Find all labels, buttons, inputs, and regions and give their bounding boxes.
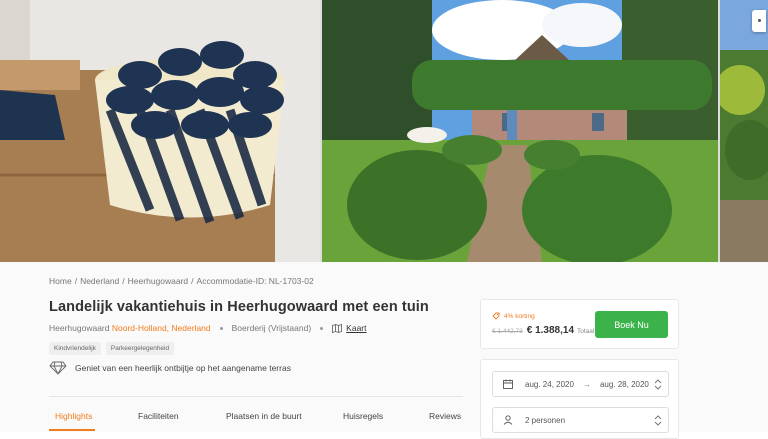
booking-form: aug. 24, 2020 → aug. 28, 2020 2 personen — [480, 359, 679, 439]
tab-facilities[interactable]: Faciliteiten — [138, 411, 179, 421]
location-country-link[interactable]: Nederland — [171, 323, 210, 333]
map-icon — [332, 323, 343, 333]
location-province-link[interactable]: Noord-Holland, — [112, 323, 169, 333]
page-title: Landelijk vakantiehuis in Heerhugowaard … — [49, 299, 429, 315]
guests-value: 2 personen — [525, 415, 566, 425]
discount-label: 4% korting — [492, 312, 535, 320]
breadcrumb: Home / Nederland / Heerhugowaard / Accommodati… — [49, 276, 314, 286]
old-price: € 1.442,73 — [492, 328, 523, 335]
highlight-item: Geniet van een heerlijk ontbijtje op het… — [49, 361, 291, 375]
dot-icon — [757, 19, 761, 22]
price-line: € 1.442,73 € 1.388,14 Totaal — [492, 325, 594, 336]
total-label: Totaal — [577, 328, 595, 335]
photo-towel-basket[interactable] — [0, 0, 320, 262]
property-type: Boerderij (Vrijstaand) — [231, 323, 312, 333]
discount-tag-icon — [492, 312, 500, 320]
arrow-right-icon: → — [582, 379, 591, 389]
price-box: 4% korting € 1.442,73 € 1.388,14 Totaal … — [480, 299, 679, 349]
photo-farmhouse-garden[interactable] — [322, 0, 718, 262]
diamond-icon — [49, 361, 67, 375]
tab-house-rules[interactable]: Huisregels — [343, 411, 383, 421]
up-down-chevron-icon — [654, 415, 662, 426]
gallery-more-button[interactable] — [752, 10, 766, 32]
total-price: € 1.388,14 — [526, 325, 574, 336]
detail-tabs: Highlights Faciliteiten Plaatsen in de b… — [49, 396, 463, 432]
active-tab-indicator — [49, 429, 95, 431]
location-town: Heerhugowaard — [49, 323, 110, 333]
location-line: Heerhugowaard Noord-Holland, Nederland B… — [49, 323, 367, 333]
separator-dot — [320, 326, 324, 330]
date-from: aug. 24, 2020 — [525, 379, 574, 389]
map-link[interactable]: Kaart — [346, 323, 366, 333]
breadcrumb-accommodation-id: Accommodatie-ID: NL-1703-02 — [196, 276, 314, 286]
separator-dot — [219, 326, 223, 330]
date-range-field[interactable]: aug. 24, 2020 → aug. 28, 2020 — [492, 371, 669, 397]
up-down-chevron-icon — [654, 379, 662, 390]
photo-gallery[interactable] — [0, 0, 768, 262]
tag-list: Kindvriendelijk Parkeergelegenheid — [49, 342, 175, 355]
tab-reviews[interactable]: Reviews — [429, 411, 461, 421]
tag-child-friendly: Kindvriendelijk — [49, 342, 101, 355]
highlight-text: Geniet van een heerlijk ontbijtje op het… — [75, 363, 291, 373]
guests-field[interactable]: 2 personen — [492, 407, 669, 433]
tab-nearby-places[interactable]: Plaatsen in de buurt — [226, 411, 302, 421]
person-icon — [503, 415, 513, 425]
date-to: aug. 28, 2020 — [599, 379, 649, 389]
breadcrumb-city[interactable]: Heerhugowaard — [128, 276, 188, 286]
book-now-button[interactable]: Boek Nu — [595, 311, 668, 338]
breadcrumb-country[interactable]: Nederland — [80, 276, 119, 286]
tab-highlights[interactable]: Highlights — [55, 411, 92, 421]
photo-garden[interactable] — [720, 0, 768, 262]
breadcrumb-home[interactable]: Home — [49, 276, 72, 286]
calendar-icon — [503, 379, 513, 389]
accommodation-details: Home / Nederland / Heerhugowaard / Accommodati… — [0, 262, 768, 439]
tag-parking: Parkeergelegenheid — [105, 342, 175, 355]
